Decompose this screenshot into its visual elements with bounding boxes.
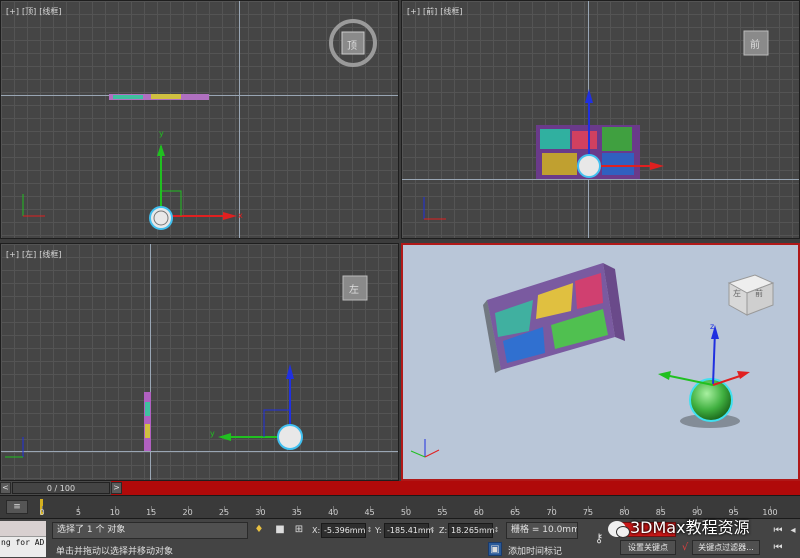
track-bar-tick-label: 25 — [218, 508, 230, 517]
wechat-icon — [608, 520, 630, 538]
gizmo-x-arrow-icon — [223, 212, 237, 220]
gizmo-y-arrow-icon — [218, 433, 231, 441]
viewport-left-scene — [5, 275, 368, 458]
track-bar-tick-label: 55 — [437, 508, 448, 517]
gizmo-x-arrow-icon — [737, 371, 750, 379]
time-slider-counter[interactable]: 0 / 100 — [12, 482, 110, 494]
wall-texture-patch — [145, 402, 150, 416]
viewcube-face-label: 顶 — [347, 41, 357, 52]
track-bar-tick-label: 15 — [146, 508, 157, 517]
y-coordinate-label: Y: — [375, 526, 382, 535]
wall-object-left[interactable] — [144, 392, 151, 451]
go-to-start-icon[interactable]: ⏮ — [771, 541, 785, 555]
viewport-left[interactable]: [+] [左] [线框] y 左 — [0, 243, 399, 481]
key-filter-icon[interactable]: √ — [678, 541, 692, 555]
time-slider[interactable]: < 0 / 100 > — [0, 481, 800, 495]
track-bar-tick-label: 40 — [328, 508, 339, 517]
sphere-object-top[interactable] — [149, 206, 173, 230]
y-spinner[interactable]: ↕ — [429, 523, 436, 538]
viewport-perspective-scene — [410, 263, 775, 458]
time-tag-icon[interactable]: ▣ — [488, 542, 502, 556]
track-bar-tick-label: 35 — [291, 508, 302, 517]
selection-status: 选择了 1 个 对象 — [52, 522, 248, 539]
gizmo-x-label: x — [238, 211, 243, 220]
track-bar-tick-label: 65 — [510, 508, 521, 517]
time-slider-control: < 0 / 100 — [0, 481, 111, 495]
z-coordinate-label: Z: — [439, 526, 448, 535]
gizmo-z-arrow-icon — [585, 89, 593, 103]
viewport-front-scene — [423, 30, 769, 220]
track-bar-tick-label: 45 — [364, 508, 375, 517]
maxscript-output: ng for AD: — [1, 538, 46, 547]
track-bar-tick-label: 60 — [473, 508, 484, 517]
viewcube-face-label: 前 — [750, 40, 760, 51]
previous-frame-icon[interactable]: ◂ — [786, 524, 800, 538]
watermark-text: 3DMax教程资源 — [630, 518, 750, 537]
viewport-front[interactable]: [+] [前] [线框] 前 — [401, 0, 800, 239]
axis-tripod-y — [410, 450, 426, 458]
viewcube-face-label: 左 — [349, 285, 359, 296]
gizmo-z-arrow-icon — [286, 364, 294, 379]
track-bar-tick-label: 100 — [762, 508, 778, 517]
gizmo-z-axis[interactable] — [712, 330, 716, 386]
wall-texture-patch — [145, 424, 150, 438]
absolute-relative-icon[interactable]: ⊞ — [292, 523, 306, 537]
y-coordinate-field[interactable]: -185.41mm — [384, 523, 433, 538]
track-bar-tick-label: 30 — [255, 508, 266, 517]
selection-lock-icon[interactable]: ■ — [273, 523, 287, 537]
app-window: [+] [顶] [线框] y x 顶 [+] [前] [线框] 前 [+] [左… — [0, 0, 800, 558]
grid-spacing: 栅格 = 10.0mm — [506, 522, 578, 539]
wall-texture-patch — [540, 129, 570, 149]
curve-editor-icon[interactable]: ≡ — [6, 500, 28, 514]
gizmo-z-label: z — [710, 322, 715, 331]
track-bar-tick-label: 0 — [39, 508, 45, 517]
key-filters-button[interactable]: 关键点过滤器... — [692, 540, 760, 555]
isolate-selection-icon[interactable]: ♦ — [252, 523, 266, 537]
wall-object-top-texture — [113, 95, 143, 99]
viewcube-face-label: 左 — [733, 289, 741, 298]
track-bar-tick-label: 5 — [75, 508, 81, 517]
gizmo-y-label: y — [210, 429, 215, 438]
time-slider-next-button[interactable]: > — [111, 482, 122, 494]
axis-tripod-x — [424, 449, 440, 458]
track-bar-tick-label: 50 — [400, 508, 412, 517]
viewport-top[interactable]: [+] [顶] [线框] y x 顶 — [0, 0, 399, 239]
time-slider-prev-button[interactable]: < — [0, 482, 11, 494]
watermark: 3DMax教程资源 — [608, 514, 750, 538]
gizmo-x-arrow-icon — [650, 162, 664, 170]
sphere-object-left[interactable] — [277, 424, 303, 450]
set-key-button[interactable]: 设置关键点 — [620, 540, 676, 555]
set-key-icon[interactable]: ⚷ — [592, 531, 606, 545]
x-coordinate-label: X: — [312, 526, 321, 535]
track-bar-tick-label: 10 — [109, 508, 120, 517]
maxscript-input[interactable] — [0, 521, 46, 537]
z-coordinate-field[interactable]: 18.265mm — [448, 523, 495, 538]
z-spinner[interactable]: ↕ — [493, 523, 500, 538]
x-spinner[interactable]: ↕ — [366, 523, 373, 538]
wall-texture-patch — [542, 153, 577, 175]
viewport-perspective[interactable]: z 左 前 — [401, 243, 800, 481]
prompt-line: 单击并拖动以选择并移动对象 — [56, 547, 174, 557]
track-bar-tick-label: 75 — [582, 508, 594, 517]
wall-texture-patch — [602, 153, 634, 175]
viewcube-face-label: 前 — [755, 289, 763, 298]
gizmo-y-arrow-icon — [658, 371, 671, 380]
go-to-start-icon[interactable]: ⏮ — [771, 524, 785, 538]
track-bar-tick-label: 20 — [182, 508, 193, 517]
sphere-object-front[interactable] — [577, 154, 601, 178]
viewport-top-scene — [22, 19, 377, 230]
x-coordinate-field[interactable]: -5.396mm — [321, 523, 366, 538]
wall-object-top-texture — [151, 94, 181, 99]
add-time-tag[interactable]: 添加时间标记 — [508, 544, 562, 557]
gizmo-y-arrow-icon — [157, 144, 165, 156]
wall-texture-patch — [572, 131, 597, 149]
track-bar-tick-label: 70 — [546, 508, 557, 517]
gizmo-y-label: y — [159, 129, 164, 138]
maxscript-listener[interactable]: ng for AD: — [0, 521, 46, 557]
wall-texture-patch — [602, 127, 632, 151]
